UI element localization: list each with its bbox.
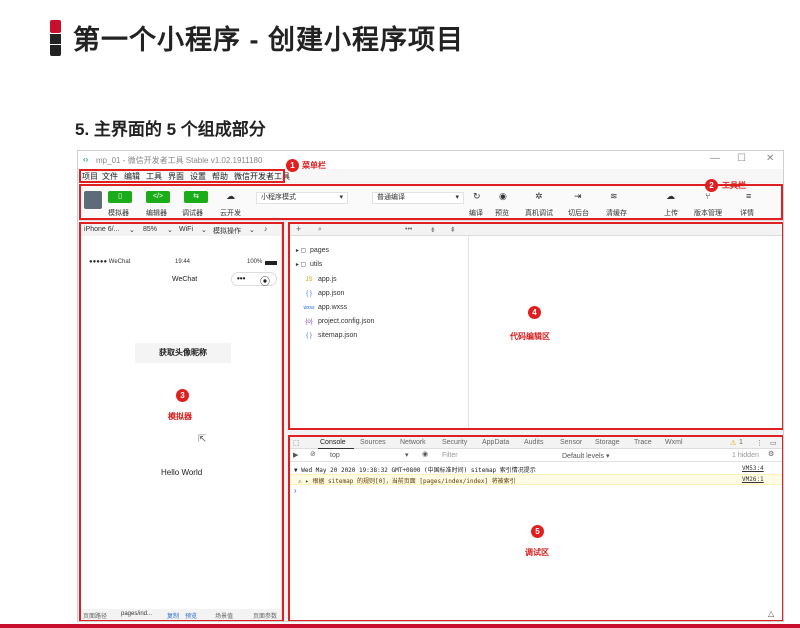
minimize-button[interactable]: — [710,153,720,164]
slide: 第一个小程序 - 创建小程序项目 5. 主界面的 5 个组成部分 ‹› mp_0… [0,0,800,628]
maximize-button[interactable]: ☐ [737,153,746,164]
callout-4-badge: 4 [528,306,541,319]
title-decoration-top [50,20,61,33]
callout-3-badge: 3 [176,389,189,402]
window-titlebar: ‹› mp_01 - 微信开发者工具 Stable v1.02.1911180 … [78,151,783,169]
callout-3-label: 模拟器 [168,412,192,421]
callout-2-badge: 2 [705,179,718,192]
footer-accent-line [0,624,800,628]
title-decoration-bottom [50,45,61,56]
app-logo-icon: ‹› [83,155,89,164]
toolbar-highlight [79,184,783,220]
callout-1-badge: 1 [286,159,299,172]
window-title: mp_01 - 微信开发者工具 Stable v1.02.1911180 [96,156,263,165]
close-button[interactable]: ✕ [766,153,774,164]
simulator-highlight [79,222,284,621]
callout-1-label: 菜单栏 [302,161,326,170]
devtools-window: ‹› mp_01 - 微信开发者工具 Stable v1.02.1911180 … [77,150,784,622]
slide-subtitle: 5. 主界面的 5 个组成部分 [75,120,266,139]
callout-5-label: 调试区 [525,548,549,557]
menubar-highlight [79,169,285,183]
slide-title: 第一个小程序 - 创建小程序项目 [73,25,464,55]
title-decoration-mid [50,34,61,44]
callout-2-label: 工具栏 [722,181,746,190]
editor-highlight [288,222,783,430]
callout-4-label: 代码编辑区 [510,332,550,341]
callout-5-badge: 5 [531,525,544,538]
